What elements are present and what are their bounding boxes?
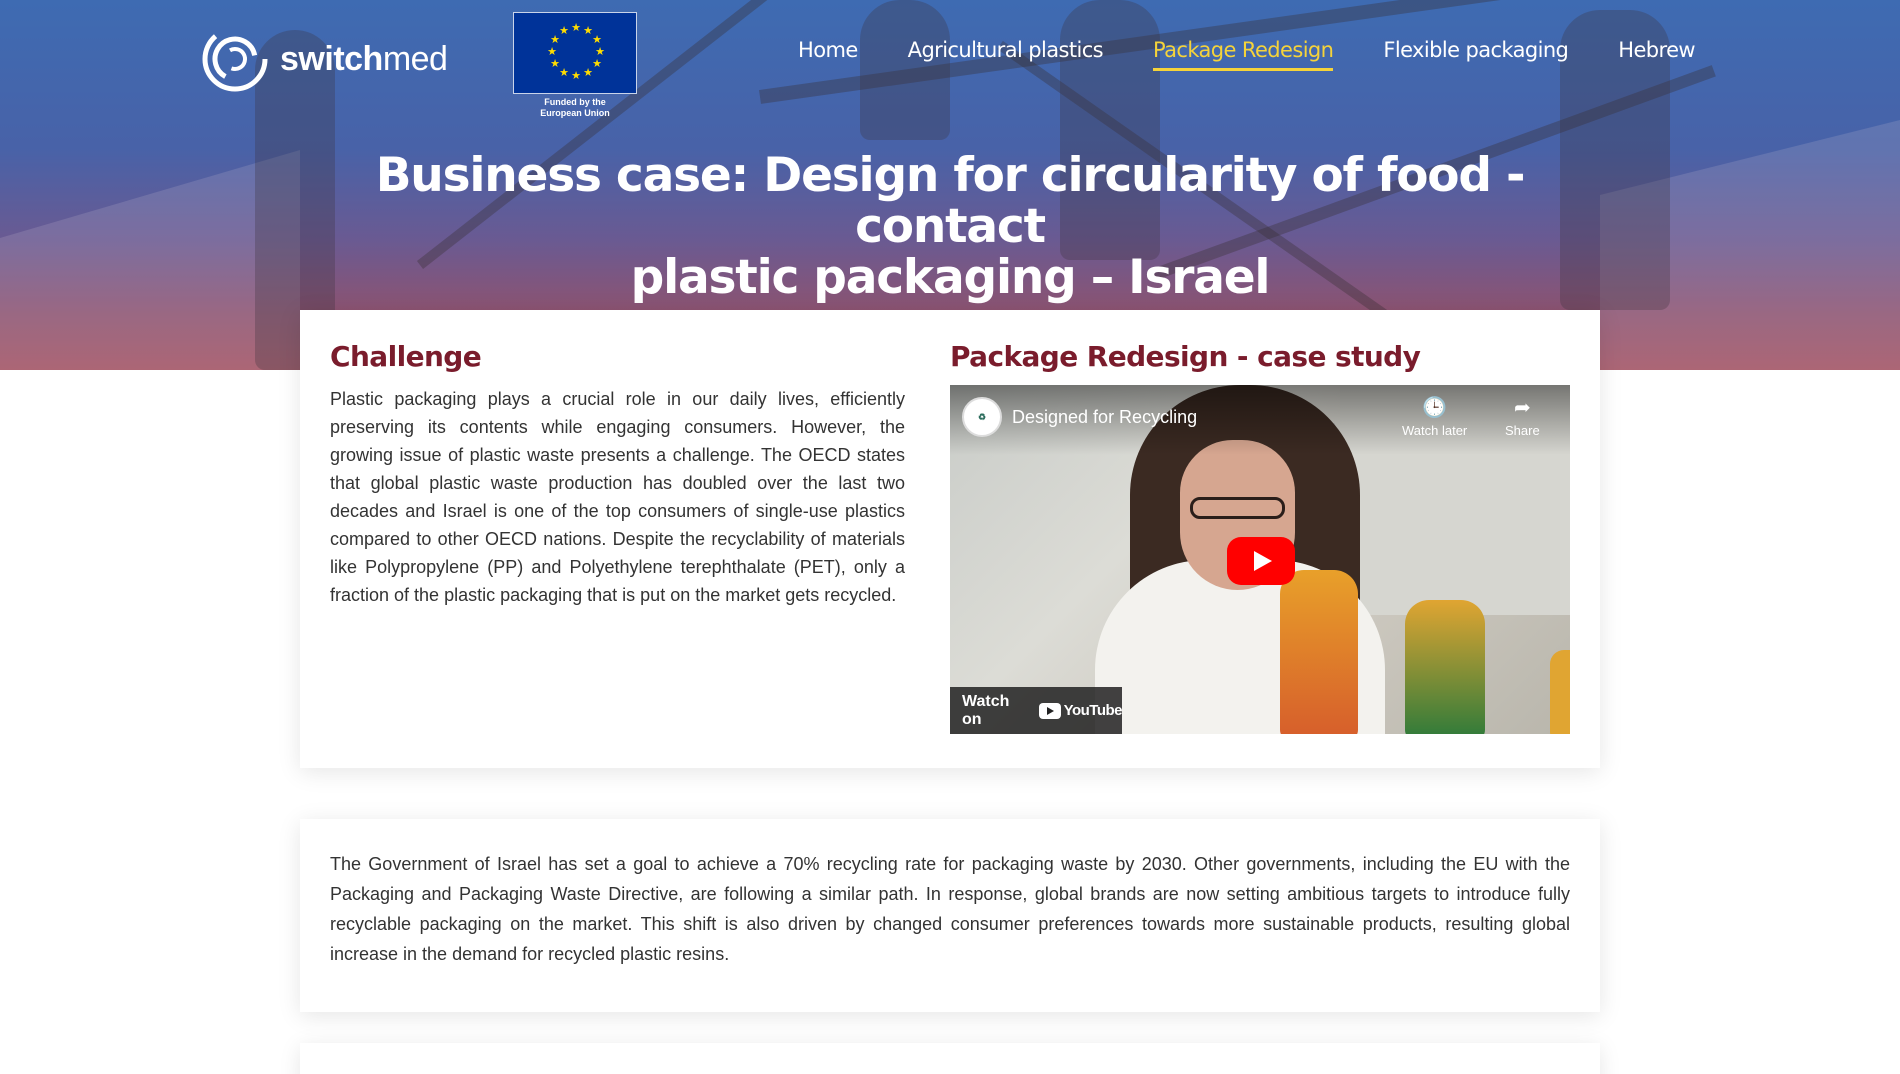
- swirl-logo-icon: [202, 26, 268, 92]
- svg-text:★: ★: [559, 66, 569, 79]
- goal-card: The Government of Israel has set a goal …: [300, 819, 1600, 1012]
- main-nav: Home Agricultural plastics Package Redes…: [798, 38, 1696, 71]
- youtube-video-embed[interactable]: ♻ Designed for Recycling 🕒 Watch later ➦…: [950, 385, 1570, 734]
- channel-avatar-icon[interactable]: ♻: [962, 397, 1002, 437]
- video-bottle: [1405, 600, 1485, 734]
- logo-wordmark: switchmed: [280, 39, 448, 78]
- svg-text:★: ★: [559, 24, 569, 37]
- svg-text:★: ★: [550, 57, 560, 70]
- page-title: Business case: Design for circularity of…: [375, 148, 1526, 305]
- case-study-column: Package Redesign - case study ♻ Designed…: [950, 340, 1570, 734]
- next-card: [300, 1043, 1600, 1074]
- play-button[interactable]: [1227, 537, 1295, 585]
- eu-flag-icon: ★ ★ ★ ★ ★ ★ ★ ★ ★ ★ ★ ★: [513, 12, 637, 94]
- clock-icon: 🕒: [1422, 397, 1448, 419]
- svg-text:★: ★: [583, 66, 593, 79]
- nav-hebrew[interactable]: Hebrew: [1618, 38, 1695, 71]
- challenge-body: Plastic packaging plays a crucial role i…: [330, 389, 905, 605]
- challenge-title: Challenge: [330, 340, 482, 373]
- video-title[interactable]: Designed for Recycling: [1012, 407, 1197, 428]
- switchmed-logo[interactable]: switchmed: [200, 24, 448, 94]
- case-study-title: Package Redesign - case study: [950, 340, 1421, 373]
- challenge-card: Challenge Plastic packaging plays a cruc…: [300, 310, 1600, 768]
- share-button[interactable]: ➦ Share: [1505, 397, 1540, 438]
- svg-text:★: ★: [571, 21, 581, 34]
- goal-body: The Government of Israel has set a goal …: [330, 854, 1570, 964]
- video-bottle: [1280, 570, 1358, 734]
- share-arrow-icon: ➦: [1513, 397, 1531, 419]
- svg-text:★: ★: [592, 57, 602, 70]
- video-bottle: [1550, 650, 1570, 734]
- eu-funding-badge: ★ ★ ★ ★ ★ ★ ★ ★ ★ ★ ★ ★ Funded by the European U…: [513, 12, 637, 119]
- nav-package-redesign[interactable]: Package Redesign: [1153, 38, 1334, 71]
- watch-on-youtube-button[interactable]: Watch on YouTube: [950, 687, 1123, 734]
- svg-text:★: ★: [547, 45, 557, 58]
- video-person-glasses: [1190, 497, 1285, 519]
- eu-caption: Funded by the European Union: [540, 97, 610, 118]
- youtube-logo-icon: YouTube: [1038, 702, 1123, 719]
- svg-text:★: ★: [571, 69, 581, 82]
- nav-agricultural-plastics[interactable]: Agricultural plastics: [908, 38, 1104, 71]
- nav-home[interactable]: Home: [798, 38, 858, 71]
- challenge-column: Challenge Plastic packaging plays a cruc…: [330, 340, 905, 609]
- watch-later-button[interactable]: 🕒 Watch later: [1402, 397, 1467, 438]
- nav-flexible-packaging[interactable]: Flexible packaging: [1383, 38, 1569, 71]
